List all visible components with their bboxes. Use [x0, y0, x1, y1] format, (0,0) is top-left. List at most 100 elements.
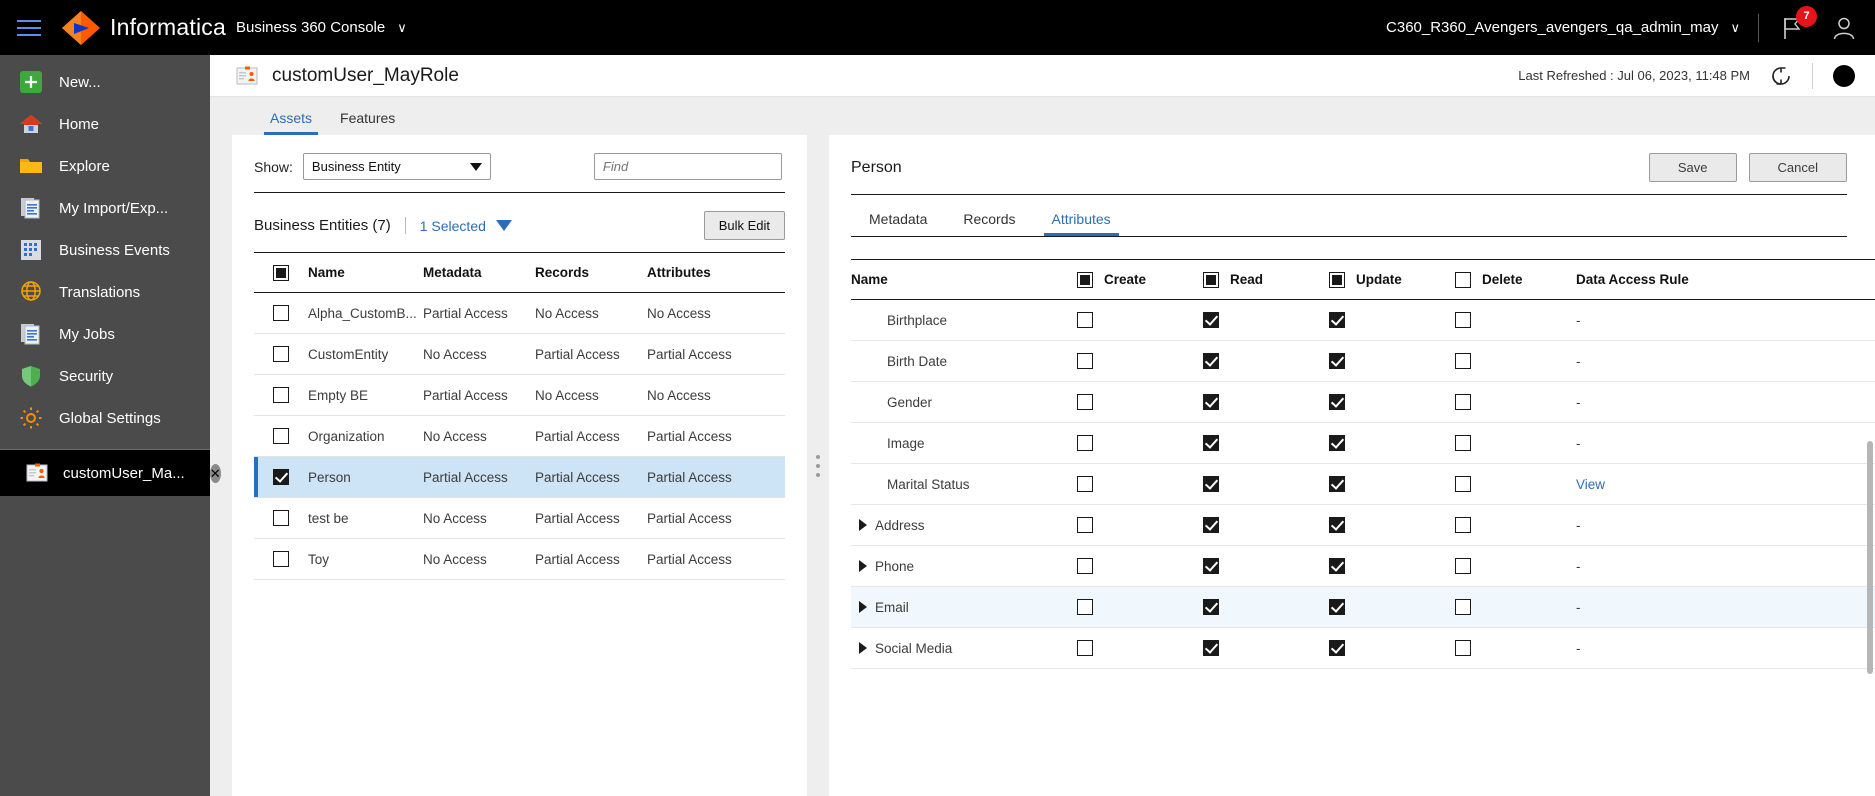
table-row[interactable]: Toy No Access Partial Access Partial Acc… — [254, 539, 785, 580]
expand-arrow-icon[interactable] — [851, 560, 875, 572]
table-row[interactable]: Organization No Access Partial Access Pa… — [254, 416, 785, 457]
row-checkbox[interactable] — [273, 428, 289, 444]
delete-checkbox[interactable] — [1455, 394, 1471, 410]
save-button[interactable]: Save — [1648, 153, 1737, 182]
table-row[interactable]: Empty BE Partial Access No Access No Acc… — [254, 375, 785, 416]
row-checkbox[interactable] — [273, 510, 289, 526]
sidebar-item-business-events[interactable]: Business Events — [0, 229, 210, 271]
bulk-edit-button[interactable]: Bulk Edit — [703, 211, 785, 240]
row-checkbox[interactable] — [273, 551, 289, 567]
refresh-icon[interactable] — [1766, 61, 1796, 91]
delete-checkbox[interactable] — [1455, 558, 1471, 574]
org-chevron-down-icon[interactable]: ∨ — [1730, 21, 1740, 34]
selected-count-label[interactable]: 1 Selected — [420, 218, 486, 234]
expand-arrow-icon[interactable] — [851, 519, 875, 531]
hamburger-menu-icon[interactable] — [0, 19, 58, 36]
delete-checkbox[interactable] — [1455, 312, 1471, 328]
sidebar-item-customuser-mayrole[interactable]: customUser_Ma... ✕ — [0, 450, 221, 496]
delete-checkbox[interactable] — [1455, 599, 1471, 615]
update-checkbox[interactable] — [1329, 517, 1345, 533]
attribute-row[interactable]: Birthplace - — [851, 300, 1875, 341]
read-checkbox[interactable] — [1203, 517, 1219, 533]
update-checkbox[interactable] — [1329, 435, 1345, 451]
find-input[interactable] — [593, 153, 782, 180]
read-checkbox[interactable] — [1203, 394, 1219, 410]
read-checkbox[interactable] — [1203, 435, 1219, 451]
update-checkbox[interactable] — [1329, 312, 1345, 328]
row-checkbox[interactable] — [273, 346, 289, 362]
update-checkbox[interactable] — [1329, 476, 1345, 492]
attribute-row[interactable]: Birth Date - — [851, 341, 1875, 382]
read-checkbox[interactable] — [1203, 558, 1219, 574]
org-selector-label[interactable]: C360_R360_Avengers_avengers_qa_admin_may — [1386, 19, 1718, 36]
update-checkbox[interactable] — [1329, 640, 1345, 656]
sidebar-item-global-settings[interactable]: Global Settings — [0, 397, 210, 439]
create-checkbox[interactable] — [1077, 435, 1093, 451]
sidebar-item-my-jobs[interactable]: My Jobs — [0, 313, 210, 355]
create-checkbox[interactable] — [1077, 640, 1093, 656]
row-checkbox[interactable] — [273, 387, 289, 403]
help-icon[interactable] — [1829, 61, 1859, 91]
tab-features[interactable]: Features — [326, 110, 409, 135]
row-checkbox[interactable] — [273, 305, 289, 321]
expand-arrow-icon[interactable] — [851, 601, 875, 613]
table-row-selected[interactable]: Person Partial Access Partial Access Par… — [254, 457, 785, 498]
update-checkbox[interactable] — [1329, 599, 1345, 615]
delete-checkbox[interactable] — [1455, 517, 1471, 533]
attribute-row[interactable]: Email - — [851, 587, 1875, 628]
create-checkbox[interactable] — [1077, 599, 1093, 615]
table-row[interactable]: CustomEntity No Access Partial Access Pa… — [254, 334, 785, 375]
table-row[interactable]: Alpha_CustomB... Partial Access No Acces… — [254, 293, 785, 334]
update-checkbox[interactable] — [1329, 558, 1345, 574]
delete-checkbox[interactable] — [1455, 476, 1471, 492]
read-select-all-checkbox[interactable] — [1203, 271, 1219, 288]
selection-chevron-down-icon[interactable] — [495, 220, 512, 231]
close-icon[interactable]: ✕ — [209, 463, 221, 483]
flag-icon[interactable]: 7 — [1777, 5, 1817, 43]
read-checkbox[interactable] — [1203, 312, 1219, 328]
cancel-button[interactable]: Cancel — [1748, 153, 1847, 182]
table-row[interactable]: test be No Access Partial Access Partial… — [254, 498, 785, 539]
delete-checkbox[interactable] — [1455, 435, 1471, 451]
expand-arrow-icon[interactable] — [851, 642, 875, 654]
update-checkbox[interactable] — [1329, 353, 1345, 369]
create-checkbox[interactable] — [1077, 517, 1093, 533]
read-checkbox[interactable] — [1203, 599, 1219, 615]
create-checkbox[interactable] — [1077, 558, 1093, 574]
tab-assets[interactable]: Assets — [256, 110, 326, 135]
attributes-vertical-scrollbar[interactable] — [1867, 325, 1873, 790]
attribute-row[interactable]: Address - — [851, 505, 1875, 546]
delete-select-all-checkbox[interactable] — [1455, 271, 1471, 288]
read-checkbox[interactable] — [1203, 476, 1219, 492]
sidebar-item-security[interactable]: Security — [0, 355, 210, 397]
sidebar-item-explore[interactable]: Explore — [0, 145, 210, 187]
select-all-checkbox[interactable] — [273, 264, 289, 281]
brand-chevron-down-icon[interactable]: ∨ — [397, 21, 407, 34]
sidebar-item-new[interactable]: New... — [0, 61, 210, 103]
sidebar-item-my-import-export[interactable]: My Import/Exp... — [0, 187, 210, 229]
attribute-row[interactable]: Social Media - — [851, 628, 1875, 669]
attribute-row[interactable]: Phone - — [851, 546, 1875, 587]
create-checkbox[interactable] — [1077, 312, 1093, 328]
delete-checkbox[interactable] — [1455, 640, 1471, 656]
row-checkbox[interactable] — [273, 469, 289, 485]
create-checkbox[interactable] — [1077, 353, 1093, 369]
create-checkbox[interactable] — [1077, 476, 1093, 492]
update-select-all-checkbox[interactable] — [1329, 271, 1345, 288]
data-access-rule-view-link[interactable]: View — [1570, 477, 1863, 492]
tab-attributes[interactable]: Attributes — [1034, 201, 1129, 236]
attribute-row[interactable]: Gender - — [851, 382, 1875, 423]
attribute-row[interactable]: Image - — [851, 423, 1875, 464]
sidebar-item-home[interactable]: Home — [0, 103, 210, 145]
create-select-all-checkbox[interactable] — [1077, 271, 1093, 288]
tab-metadata[interactable]: Metadata — [851, 201, 945, 236]
user-avatar-icon[interactable] — [1827, 11, 1861, 45]
delete-checkbox[interactable] — [1455, 353, 1471, 369]
create-checkbox[interactable] — [1077, 394, 1093, 410]
show-type-select[interactable]: Business Entity — [302, 153, 491, 180]
read-checkbox[interactable] — [1203, 353, 1219, 369]
panel-splitter-handle[interactable] — [807, 135, 829, 796]
sidebar-item-translations[interactable]: Translations — [0, 271, 210, 313]
read-checkbox[interactable] — [1203, 640, 1219, 656]
tab-records[interactable]: Records — [945, 201, 1033, 236]
